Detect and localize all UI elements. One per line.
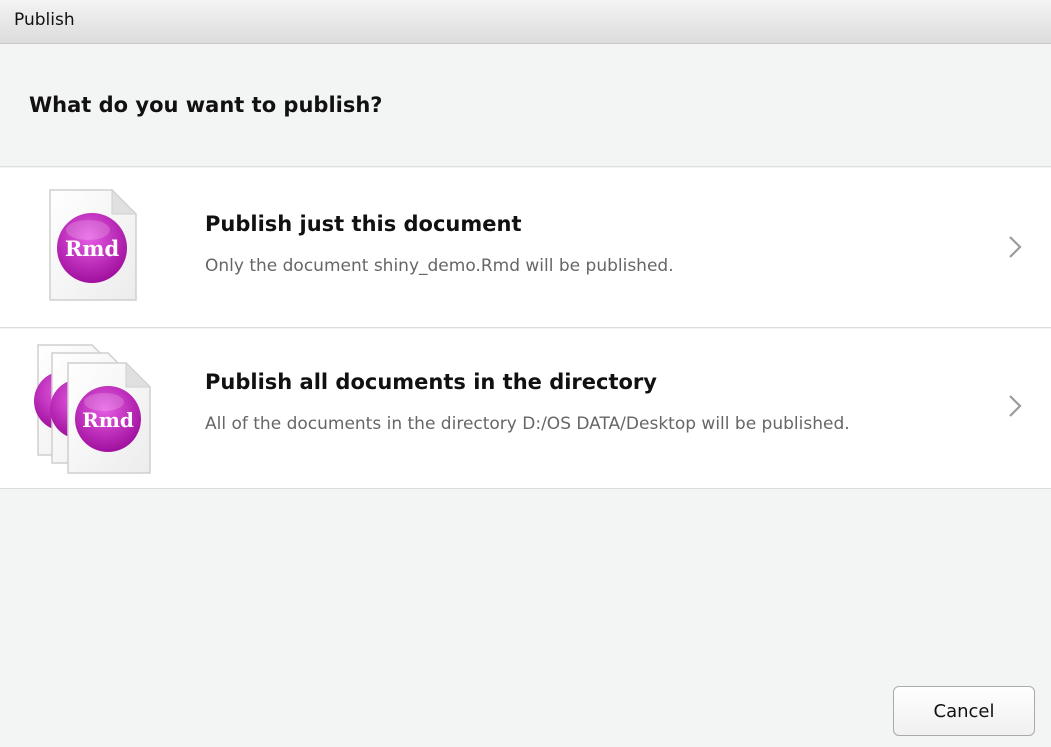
svg-text:Rmd: Rmd — [82, 408, 134, 432]
option-description: Only the document shiny_demo.Rmd will be… — [205, 256, 674, 276]
page-title: What do you want to publish? — [29, 93, 383, 117]
publish-directory-option[interactable]: Rmd Publish all documents in the directo… — [0, 329, 1051, 489]
cancel-button[interactable]: Cancel — [893, 686, 1035, 736]
option-title: Publish all documents in the directory — [205, 370, 657, 394]
option-description: All of the documents in the directory D:… — [205, 414, 850, 434]
dialog-title: Publish — [14, 10, 75, 30]
dialog-header: What do you want to publish? — [0, 45, 1051, 167]
publish-single-document-option[interactable]: Rmd Publish just this document Only the … — [0, 168, 1051, 328]
svg-text:Rmd: Rmd — [65, 236, 120, 261]
chevron-right-icon — [1009, 236, 1022, 258]
dialog-titlebar: Publish — [0, 0, 1051, 44]
rmd-documents-stack-icon: Rmd — [34, 344, 152, 474]
rmd-document-icon: Rmd — [49, 188, 138, 301]
option-title: Publish just this document — [205, 212, 522, 236]
chevron-right-icon — [1009, 395, 1022, 417]
